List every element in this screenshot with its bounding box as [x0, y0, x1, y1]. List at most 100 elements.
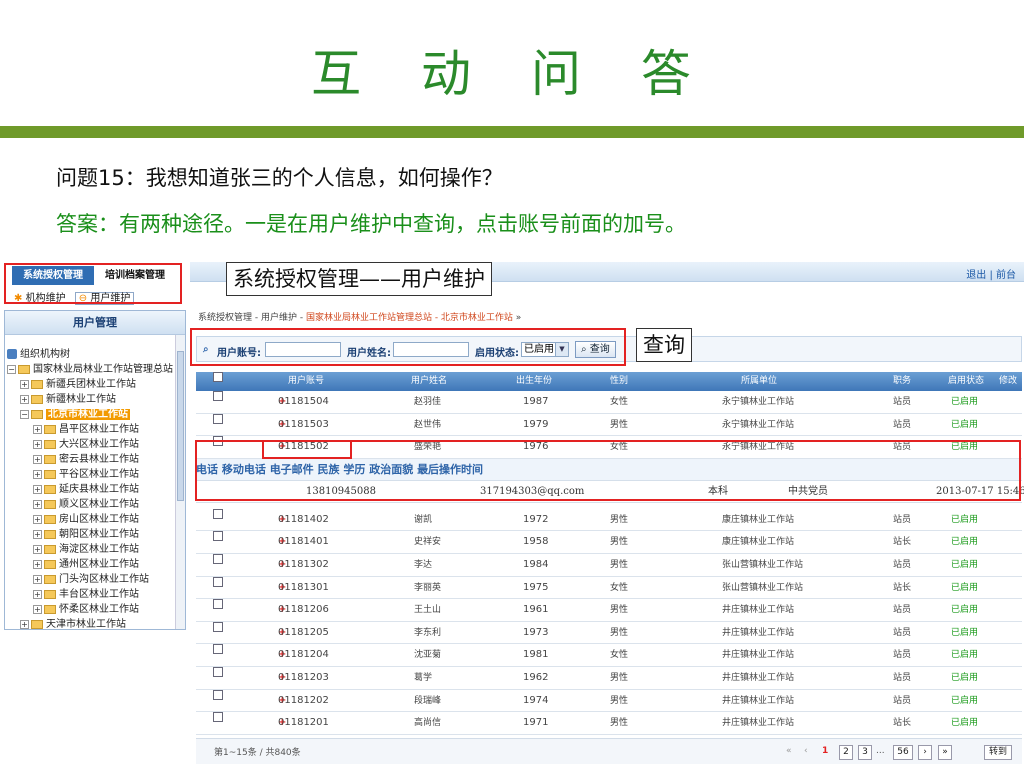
- folder-icon: [44, 454, 56, 464]
- pager-prev[interactable]: ‹: [804, 746, 808, 756]
- expand-icon[interactable]: +: [33, 589, 42, 599]
- front-link[interactable]: 前台: [996, 270, 1016, 281]
- gender-cell: 女性: [610, 582, 629, 593]
- tree-item[interactable]: + 通州区林业工作站: [7, 557, 185, 572]
- status-cell: 已启用: [951, 419, 979, 430]
- tree-item[interactable]: + 密云县林业工作站: [7, 452, 185, 467]
- collapse-icon[interactable]: −: [7, 364, 16, 374]
- tree-item[interactable]: + 新疆兵团林业工作站: [7, 377, 185, 392]
- pager-last-page[interactable]: 56: [893, 745, 913, 760]
- unit-cell: 井庄镇林业工作站: [722, 672, 795, 683]
- tree-item[interactable]: + 海淀区林业工作站: [7, 542, 185, 557]
- col-status[interactable]: 启用状态: [948, 372, 984, 391]
- tree-item[interactable]: + 大兴区林业工作站: [7, 437, 185, 452]
- expand-icon[interactable]: +: [33, 529, 42, 539]
- folder-icon: [31, 379, 43, 389]
- pager-page-current[interactable]: 1: [822, 746, 828, 756]
- tree-item[interactable]: + 丰台区林业工作站: [7, 587, 185, 602]
- name-cell: 赵羽佳: [414, 397, 442, 407]
- position-cell: 站员: [893, 559, 912, 570]
- pager-goto-button[interactable]: 转到: [984, 745, 1012, 760]
- pager-next[interactable]: ›: [918, 745, 932, 760]
- folder-icon: [44, 424, 56, 434]
- expand-icon[interactable]: +: [20, 619, 29, 629]
- gender-cell: 女性: [610, 650, 629, 661]
- folder-icon: [44, 559, 56, 569]
- expand-icon[interactable]: +: [33, 574, 42, 584]
- tree-item[interactable]: − 北京市林业工作站: [7, 407, 185, 422]
- position-cell: 站员: [893, 695, 912, 706]
- pager-first[interactable]: «: [786, 746, 792, 756]
- org-tree: 组织机构树 − 国家林业局林业工作站管理总站 + 新疆兵团林业工作站 + 新疆林业工作站 −…: [5, 335, 185, 629]
- pager-page-2[interactable]: 2: [839, 745, 853, 760]
- tree-root[interactable]: 组织机构树: [7, 347, 185, 362]
- name-cell: 葛学: [414, 672, 433, 683]
- position-cell: 站长: [893, 537, 912, 548]
- tree-item[interactable]: + 新疆林业工作站: [7, 392, 185, 407]
- year-cell: 1979: [523, 418, 549, 430]
- position-cell: 站长: [893, 582, 912, 593]
- breadcrumb-path[interactable]: 国家林业局林业工作站管理总站 - 北京市林业工作站: [306, 313, 513, 323]
- unit-cell: 井庄镇林业工作站: [722, 650, 795, 661]
- expand-icon[interactable]: +: [33, 424, 42, 434]
- expand-icon[interactable]: +: [33, 604, 42, 614]
- col-edit[interactable]: 修改: [999, 372, 1017, 391]
- gender-cell: 男性: [610, 514, 629, 525]
- sidebar-scrollbar[interactable]: [175, 335, 185, 629]
- expand-icon[interactable]: +: [33, 439, 42, 449]
- expand-icon[interactable]: +: [33, 514, 42, 524]
- expand-icon[interactable]: +: [33, 559, 42, 569]
- expand-icon[interactable]: +: [33, 454, 42, 464]
- tree-item[interactable]: + 房山区林业工作站: [7, 512, 185, 527]
- expand-icon[interactable]: +: [20, 379, 29, 389]
- tree-item[interactable]: + 天津市林业工作站: [7, 617, 185, 629]
- tree-item[interactable]: + 延庆县林业工作站: [7, 482, 185, 497]
- user-table: 用户账号 用户姓名 出生年份 性别 所属单位 职务 启用状态 修改 +01181…: [196, 372, 1024, 735]
- gender-cell: 男性: [610, 672, 629, 683]
- tree-item[interactable]: + 平谷区林业工作站: [7, 467, 185, 482]
- table-row: +01181504 赵羽佳 1987 女性 永宁镇林业工作站 站员 已启用: [196, 391, 1022, 414]
- expand-icon[interactable]: +: [33, 469, 42, 479]
- status-cell: 已启用: [951, 605, 979, 616]
- tree-item[interactable]: + 顺义区林业工作站: [7, 497, 185, 512]
- gender-cell: 男性: [610, 695, 629, 706]
- tree-item[interactable]: − 国家林业局林业工作站管理总站: [7, 362, 185, 377]
- expand-icon[interactable]: +: [20, 394, 29, 404]
- name-cell: 高尚信: [414, 718, 442, 729]
- col-account[interactable]: 用户账号: [288, 372, 324, 391]
- col-gender[interactable]: 性别: [610, 372, 628, 391]
- scroll-thumb[interactable]: [177, 351, 184, 501]
- col-name[interactable]: 用户姓名: [411, 372, 447, 391]
- col-position[interactable]: 职务: [893, 372, 911, 391]
- year-cell: 1958: [523, 536, 549, 548]
- callout-module: 系统授权管理——用户维护: [226, 262, 492, 296]
- folder-icon: [44, 589, 56, 599]
- position-cell: 站员: [893, 672, 912, 683]
- table-row: +01181205 李东利 1973 男性 井庄镇林业工作站 站员 已启用: [196, 621, 1022, 645]
- pager-last[interactable]: »: [938, 745, 952, 760]
- pager-page-3[interactable]: 3: [858, 745, 872, 760]
- breadcrumb: 系统授权管理 - 用户维护 - 国家林业局林业工作站管理总站 - 北京市林业工作…: [198, 313, 522, 323]
- collapse-icon[interactable]: −: [20, 409, 29, 419]
- pager-summary: 第1~15条 / 共840条: [214, 748, 301, 758]
- expand-icon[interactable]: +: [33, 544, 42, 554]
- sidebar: 用户管理 组织机构树 − 国家林业局林业工作站管理总站 + 新疆兵团林业工作站 + 新疆林…: [4, 310, 186, 630]
- tree-item[interactable]: + 昌平区林业工作站: [7, 422, 185, 437]
- col-year[interactable]: 出生年份: [516, 372, 552, 391]
- unit-cell: 井庄镇林业工作站: [722, 718, 795, 729]
- pager-ellipsis: ...: [876, 746, 885, 756]
- expand-icon[interactable]: +: [33, 484, 42, 494]
- tree-item[interactable]: + 怀柔区林业工作站: [7, 602, 185, 617]
- tree-item[interactable]: + 门头沟区林业工作站: [7, 572, 185, 587]
- year-cell: 1987: [523, 396, 549, 407]
- tree-item[interactable]: + 朝阳区林业工作站: [7, 527, 185, 542]
- expand-icon[interactable]: +: [33, 499, 42, 509]
- position-cell: 站员: [893, 397, 912, 407]
- tree-root-icon: [7, 349, 17, 359]
- unit-cell: 井庄镇林业工作站: [722, 627, 795, 638]
- name-cell: 王土山: [414, 605, 442, 616]
- name-cell: 段瑞峰: [414, 695, 442, 706]
- folder-icon: [44, 529, 56, 539]
- col-unit[interactable]: 所属单位: [741, 372, 777, 391]
- logout-link[interactable]: 退出: [966, 270, 986, 281]
